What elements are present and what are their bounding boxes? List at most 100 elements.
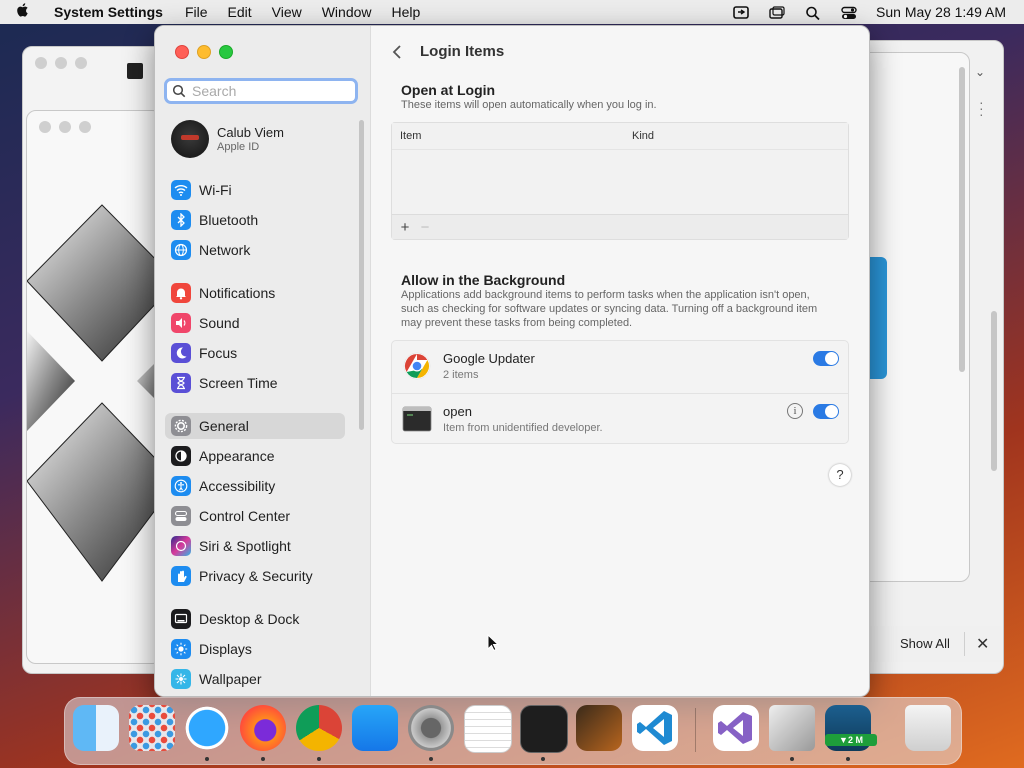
allow-background-title: Allow in the Background [401, 272, 566, 288]
chrome-dock-icon[interactable] [296, 705, 342, 751]
window-controls [175, 45, 233, 59]
file-menu[interactable]: File [185, 4, 208, 20]
sidebar-item-accessibility[interactable]: Accessibility [165, 473, 345, 499]
finder-icon[interactable] [73, 705, 119, 751]
bell-icon [171, 283, 191, 303]
menu-bar: System Settings File Edit View Window He… [0, 0, 1024, 24]
sidebar-item-appearance[interactable]: Appearance [165, 443, 345, 469]
divider [964, 632, 965, 656]
visual-studio-icon[interactable] [713, 705, 759, 751]
zoom-window-button[interactable] [219, 45, 233, 59]
background-middle-window[interactable] [860, 52, 970, 582]
background-image-window[interactable] [26, 110, 162, 664]
sidebar-item-sound[interactable]: Sound [165, 310, 345, 336]
login-items-table[interactable]: Item Kind + − [391, 122, 849, 240]
sidebar-item-privacy-security[interactable]: Privacy & Security [165, 563, 345, 589]
background-scrollbar[interactable] [991, 311, 997, 471]
system-settings-dock-icon[interactable] [408, 705, 454, 751]
view-menu[interactable]: View [272, 4, 302, 20]
column-header-kind[interactable]: Kind [632, 130, 654, 142]
sidebar-item-label: Bluetooth [199, 212, 259, 228]
app-store-icon[interactable] [352, 705, 398, 751]
control-center-icon [171, 506, 191, 526]
edit-menu[interactable]: Edit [228, 4, 252, 20]
search-field[interactable] [164, 78, 358, 104]
sidebar-item-label: Wallpaper [199, 671, 262, 687]
close-notification-button[interactable]: ✕ [976, 634, 989, 654]
terminal-dock-icon[interactable] [520, 705, 568, 753]
sidebar-scrollbar[interactable] [359, 120, 364, 430]
open-at-login-title: Open at Login [401, 82, 496, 98]
sidebar-item-siri-spotlight[interactable]: Siri & Spotlight [165, 533, 345, 559]
background-scrollbar[interactable] [959, 67, 965, 372]
running-indicator [790, 757, 794, 761]
appearance-icon [171, 446, 191, 466]
spotlight-search-icon[interactable] [804, 5, 822, 21]
search-input[interactable] [192, 83, 342, 99]
apple-id-profile[interactable]: Calub Viem Apple ID [171, 119, 361, 159]
login-items-pane: Login Items Open at Login These items wi… [371, 26, 869, 696]
wallpaper-icon [171, 669, 191, 689]
recording-badge: ▼2 M [825, 734, 877, 746]
vscode-icon[interactable] [632, 705, 678, 751]
info-button[interactable]: i [787, 403, 803, 419]
sidebar-item-label: Siri & Spotlight [199, 538, 291, 554]
utility-app-icon[interactable] [769, 705, 815, 751]
google-updater-toggle[interactable] [813, 351, 839, 366]
sidebar-item-screen-time[interactable]: Screen Time [165, 370, 345, 396]
search-icon [172, 84, 186, 98]
sidebar-item-label: Screen Time [199, 375, 278, 391]
sidebar-item-desktop-dock[interactable]: Desktop & Dock [165, 606, 345, 632]
apple-menu-icon[interactable] [16, 2, 38, 22]
open-item-toggle[interactable] [813, 404, 839, 419]
remove-login-item-button[interactable]: − [418, 219, 432, 236]
running-indicator [846, 757, 850, 761]
background-item-subtitle: 2 items [443, 369, 479, 381]
notification-bar: Show All ✕ [868, 626, 1002, 662]
launchpad-icon[interactable] [129, 705, 175, 751]
gear-icon [171, 416, 191, 436]
help-button[interactable]: ? [829, 464, 851, 486]
sidebar-item-wifi[interactable]: Wi-Fi [165, 177, 345, 203]
textedit-icon[interactable] [464, 705, 512, 753]
show-all-button[interactable]: Show All [900, 636, 950, 651]
sidebar-item-general[interactable]: General [165, 413, 345, 439]
terminal-icon [402, 406, 432, 432]
more-options-icon[interactable]: · · · [979, 95, 984, 121]
sidebar-item-label: Control Center [199, 508, 291, 524]
running-indicator [541, 757, 545, 761]
window-menu[interactable]: Window [322, 4, 372, 20]
sidebar-item-control-center[interactable]: Control Center [165, 503, 345, 529]
minimize-window-button[interactable] [197, 45, 211, 59]
back-button[interactable] [389, 42, 407, 62]
safari-icon[interactable] [184, 705, 230, 751]
column-header-item[interactable]: Item [400, 130, 421, 142]
desktop-icon [171, 609, 191, 629]
firefox-icon[interactable] [240, 705, 286, 751]
sidebar-item-label: Notifications [199, 285, 276, 301]
sidebar-item-displays[interactable]: Displays [165, 636, 345, 662]
help-menu[interactable]: Help [392, 4, 421, 20]
sidebar-item-wallpaper[interactable]: Wallpaper [165, 666, 345, 692]
sidebar-item-bluetooth[interactable]: Bluetooth [165, 207, 345, 233]
globe-icon [171, 240, 191, 260]
add-login-item-button[interactable]: + [398, 219, 412, 236]
screen-share-icon[interactable] [732, 5, 750, 19]
open-at-login-description: These items will open automatically when… [401, 99, 657, 111]
browser-tab-icon [127, 63, 143, 79]
control-center-icon[interactable] [840, 5, 858, 19]
window-icon[interactable] [768, 5, 786, 19]
close-window-button[interactable] [175, 45, 189, 59]
sidebar-item-focus[interactable]: Focus [165, 340, 345, 366]
sidebar-item-notifications[interactable]: Notifications [165, 280, 345, 306]
clock[interactable]: Sun May 28 1:49 AM [876, 4, 1006, 20]
hand-icon [171, 566, 191, 586]
chevron-down-icon[interactable]: ⌄ [975, 65, 985, 79]
sidebar-item-network[interactable]: Network [165, 237, 345, 263]
app-name-menu[interactable]: System Settings [54, 4, 163, 20]
trash-icon[interactable] [905, 705, 951, 751]
sidebar-item-label: Wi-Fi [199, 182, 232, 198]
sun-icon [171, 639, 191, 659]
garageband-icon[interactable] [576, 705, 622, 751]
wifi-icon [171, 180, 191, 200]
